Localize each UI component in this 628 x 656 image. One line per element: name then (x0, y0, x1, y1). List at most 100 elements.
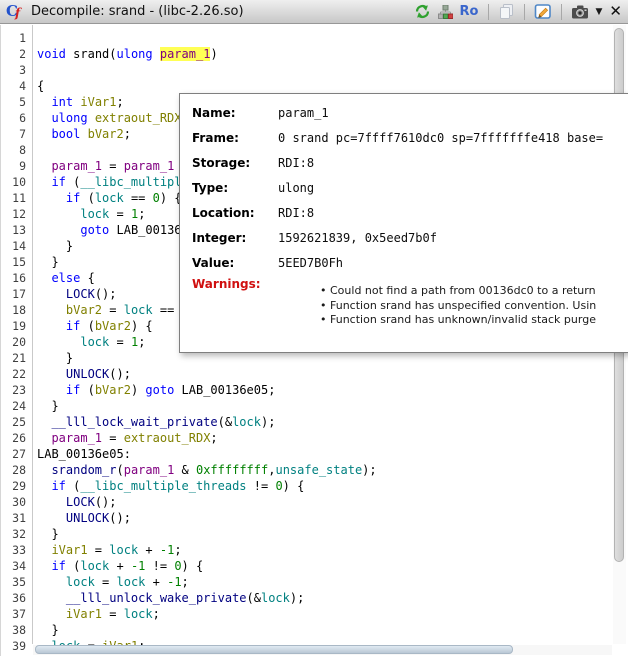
code-token[interactable]: ulong (51, 111, 87, 125)
code-token[interactable] (37, 335, 80, 349)
code-token[interactable]: param_1 (124, 159, 175, 173)
code-token[interactable]: ulong (117, 47, 153, 61)
code-token[interactable]: lock (232, 415, 261, 429)
code-token[interactable]: ); (290, 591, 304, 605)
code-token[interactable]: bool (51, 127, 80, 141)
code-token[interactable]: lock (66, 575, 95, 589)
code-line[interactable]: param_1 = extraout_RDX; (37, 431, 628, 447)
code-token[interactable]: LAB_00136e05 (182, 383, 269, 397)
code-line[interactable]: iVar1 = lock; (37, 607, 628, 623)
code-token[interactable]: param_1 (124, 463, 175, 477)
code-token[interactable]: ( (109, 47, 116, 61)
code-token[interactable]: { (37, 79, 44, 93)
code-token[interactable]: -1 (160, 543, 174, 557)
code-token[interactable] (37, 495, 66, 509)
copy-icon[interactable] (498, 3, 515, 20)
code-token[interactable]: ) (131, 383, 145, 397)
code-token[interactable]: ( (66, 559, 80, 573)
refresh-icon[interactable] (414, 3, 431, 20)
code-line[interactable]: srandom_r(param_1 & 0xffffffff,unsafe_st… (37, 463, 628, 479)
code-token[interactable]: ; (182, 575, 189, 589)
edit-icon[interactable] (534, 3, 552, 20)
code-token[interactable]: goto (80, 223, 109, 237)
code-token[interactable]: ; (174, 543, 181, 557)
code-token[interactable]: ; (138, 335, 145, 349)
code-token[interactable]: LOCK (66, 495, 95, 509)
code-token[interactable] (37, 287, 66, 301)
code-token[interactable]: extraout_RDX (124, 431, 211, 445)
code-line[interactable]: LAB_00136e05: (37, 447, 628, 463)
code-token[interactable]: != (145, 559, 174, 573)
code-token[interactable]: bVar2 (88, 127, 124, 141)
code-token[interactable]: else (51, 271, 80, 285)
code-token[interactable]: { (80, 271, 94, 285)
code-token[interactable] (80, 127, 87, 141)
code-token[interactable]: ) (210, 47, 217, 61)
code-token[interactable]: lock (80, 335, 109, 349)
code-token[interactable]: param_1 (160, 47, 211, 61)
code-token[interactable]: LOCK (66, 287, 95, 301)
code-token[interactable]: int (51, 95, 73, 109)
code-line[interactable]: LOCK(); (37, 495, 628, 511)
code-token[interactable] (37, 223, 80, 237)
code-line[interactable]: __lll_unlock_wake_private(&lock); (37, 591, 628, 607)
code-token[interactable] (37, 191, 66, 205)
code-token[interactable]: iVar1 (66, 607, 102, 621)
code-token[interactable] (37, 319, 66, 333)
code-token[interactable] (37, 415, 51, 429)
code-token[interactable]: 0 (174, 559, 181, 573)
code-token[interactable]: } (37, 623, 59, 637)
code-token[interactable]: lock (124, 303, 153, 317)
code-line[interactable]: lock = lock + -1; (37, 575, 628, 591)
code-line[interactable]: if (bVar2) goto LAB_00136e05; (37, 383, 628, 399)
code-token[interactable] (37, 559, 51, 573)
code-token[interactable]: ; (268, 383, 275, 397)
code-token[interactable]: bVar2 (95, 383, 131, 397)
code-token[interactable] (37, 95, 51, 109)
code-line[interactable]: __lll_lock_wait_private(&lock); (37, 415, 628, 431)
code-token[interactable]: 0 (275, 479, 282, 493)
code-token[interactable]: ) { (182, 559, 204, 573)
code-token[interactable] (37, 543, 51, 557)
code-token[interactable]: ; (124, 127, 131, 141)
code-token[interactable] (153, 47, 160, 61)
code-token[interactable]: ; (210, 431, 217, 445)
code-token[interactable]: -1 (131, 559, 145, 573)
code-token[interactable]: (); (109, 511, 131, 525)
code-line[interactable]: } (37, 351, 628, 367)
horizontal-scrollbar-thumb[interactable] (35, 645, 513, 654)
code-token[interactable]: (); (109, 367, 131, 381)
code-token[interactable]: bVar2 (95, 319, 131, 333)
code-token[interactable]: __libc_multiple_threads (80, 479, 246, 493)
code-token[interactable]: ); (362, 463, 376, 477)
ro-icon[interactable]: Ro (460, 4, 479, 19)
code-token[interactable]: ( (66, 175, 80, 189)
code-token[interactable]: = (102, 303, 124, 317)
code-token[interactable]: LAB_00136e (117, 223, 189, 237)
code-token[interactable]: lock (117, 575, 146, 589)
code-token[interactable]: ( (66, 479, 80, 493)
code-token[interactable]: ) { (283, 479, 305, 493)
code-token[interactable] (37, 303, 66, 317)
code-token[interactable]: lock (109, 543, 138, 557)
code-token[interactable]: = (88, 543, 110, 557)
code-token[interactable]: if (66, 383, 80, 397)
code-line[interactable]: UNLOCK(); (37, 511, 628, 527)
code-token[interactable]: = (102, 607, 124, 621)
code-token[interactable]: ( (80, 319, 94, 333)
code-token[interactable]: ( (116, 463, 123, 477)
code-token[interactable]: goto (145, 383, 174, 397)
code-line[interactable]: if (__libc_multiple_threads != 0) { (37, 479, 628, 495)
code-token[interactable]: = (95, 575, 117, 589)
code-token[interactable]: == (124, 191, 153, 205)
code-token[interactable]: lock (95, 191, 124, 205)
code-token[interactable] (109, 223, 116, 237)
code-token[interactable] (37, 575, 66, 589)
code-token[interactable] (37, 271, 51, 285)
code-token[interactable] (37, 431, 51, 445)
code-token[interactable]: extraout_RDX (95, 111, 182, 125)
code-token[interactable] (37, 127, 51, 141)
code-token[interactable]: void (37, 47, 66, 61)
code-token[interactable] (37, 591, 66, 605)
code-line[interactable]: iVar1 = lock + -1; (37, 543, 628, 559)
